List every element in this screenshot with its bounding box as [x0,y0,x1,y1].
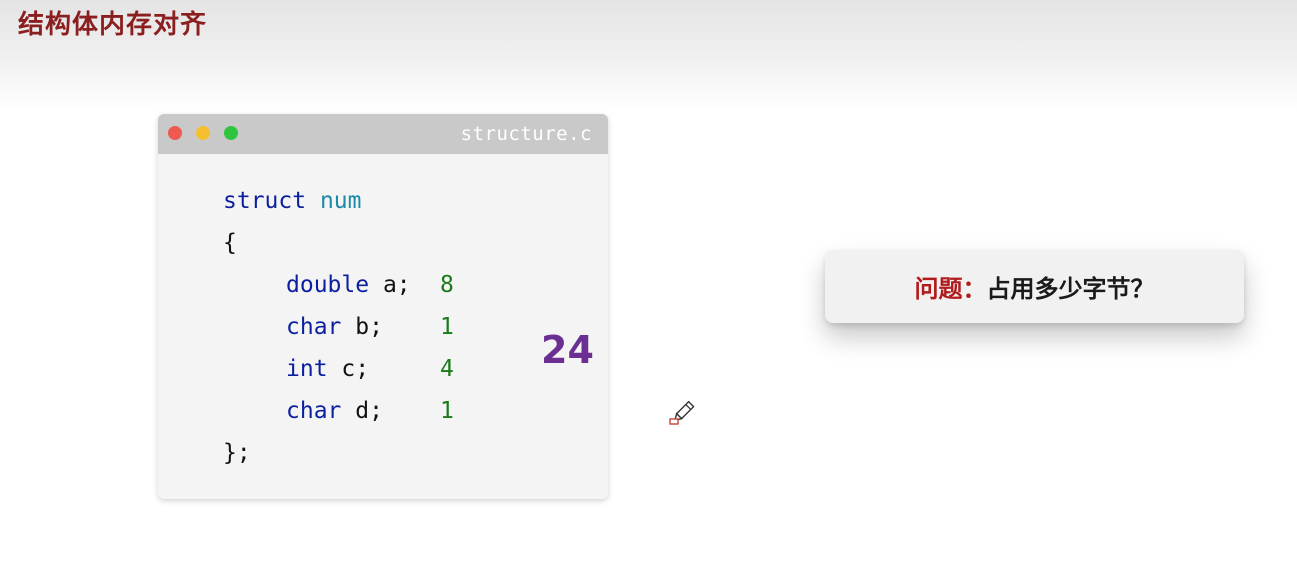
code-line-char-d: char d; [286,398,383,424]
close-dot-icon[interactable] [168,126,182,140]
member-size-b: 1 [440,314,454,340]
code-line-struct: struct num [223,188,362,214]
question-label: 问题： [914,275,987,303]
code-keyword: char [286,398,342,424]
code-line-double-a: double a; [286,272,411,298]
member-size-d: 1 [440,398,454,424]
total-size-label: 24 [541,328,594,372]
code-member: b; [341,314,383,340]
code-keyword: char [286,314,342,340]
code-line-open-brace: { [223,230,237,256]
code-line-int-c: int c; [286,356,369,382]
code-member: a; [369,272,411,298]
code-line-char-b: char b; [286,314,383,340]
code-window: structure.c struct num { double a; 8 cha… [158,114,608,499]
code-keyword: double [286,272,370,298]
code-body: struct num { double a; 8 char b; 1 int c… [158,154,608,499]
maximize-dot-icon[interactable] [224,126,238,140]
member-size-a: 8 [440,272,454,298]
code-line-close-brace: }; [223,440,251,466]
code-keyword: int [286,356,328,382]
code-struct-name: num [319,188,362,214]
question-text: 占用多少字节？ [986,275,1155,303]
code-member: c; [327,356,370,382]
slide-title: 结构体内存对齐 [18,10,208,40]
code-member: d; [341,398,383,424]
minimize-dot-icon[interactable] [196,126,210,140]
window-filename: structure.c [460,123,592,145]
pen-cursor-icon [669,401,695,425]
question-card: 问题： 占用多少字节？ [825,250,1244,323]
window-titlebar: structure.c [158,114,608,154]
member-size-c: 4 [440,356,454,382]
code-keyword: struct [223,188,307,214]
